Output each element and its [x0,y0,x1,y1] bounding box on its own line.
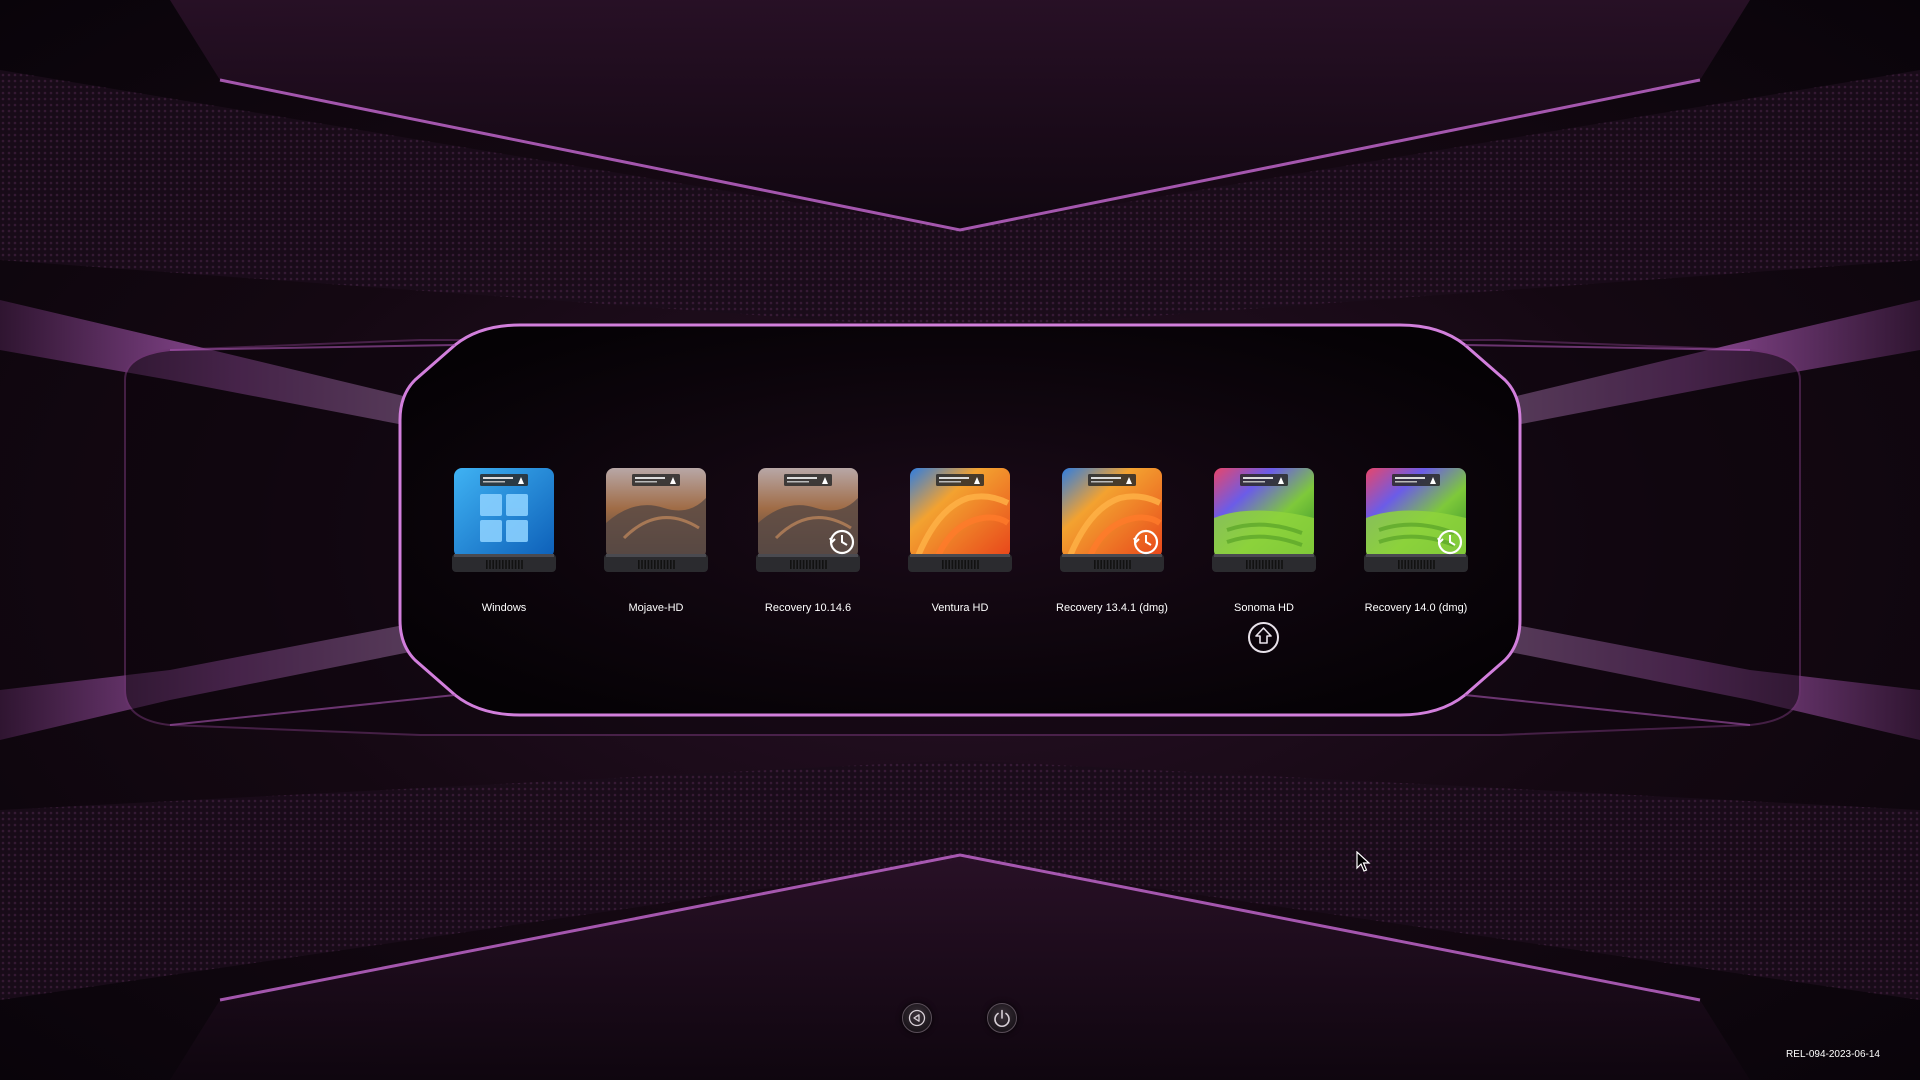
sonoma-disk-icon [1212,468,1316,572]
drive-sonoma-hd[interactable]: Sonoma HD [1208,468,1320,618]
ventura-disk-icon [908,468,1012,572]
mojave-disk-icon [604,468,708,572]
drive-label: Recovery 14.0 (dmg) [1364,602,1468,614]
eject-button[interactable] [1248,622,1279,653]
mouse-cursor-icon [1356,851,1371,872]
drive-recovery-10-14-6[interactable]: Recovery 10.14.6 [752,468,864,618]
recovery-sonoma-disk-icon [1364,468,1468,572]
shutdown-button[interactable] [987,1003,1017,1033]
recovery-mojave-disk-icon [756,468,860,572]
windows-disk-icon [452,468,556,572]
drive-mojave-hd[interactable]: Mojave-HD [600,468,712,618]
back-button[interactable] [902,1003,932,1033]
drive-recovery-13-4-1-dmg[interactable]: Recovery 13.4.1 (dmg) [1056,468,1168,618]
recovery-ventura-disk-icon [1060,468,1164,572]
boot-picker-screen: Windows Mojave-HD Recovery 10.14.6 Ventura … [0,0,1920,1080]
power-icon [994,1009,1010,1027]
eject-up-arrow-icon [1255,627,1272,644]
drive-windows[interactable]: Windows [448,468,560,618]
version-label: REL-094-2023-06-14 [1786,1049,1880,1060]
drive-recovery-14-0-dmg[interactable]: Recovery 14.0 (dmg) [1360,468,1472,618]
back-arrow-icon [908,1009,926,1027]
drive-ventura-hd[interactable]: Ventura HD [904,468,1016,618]
